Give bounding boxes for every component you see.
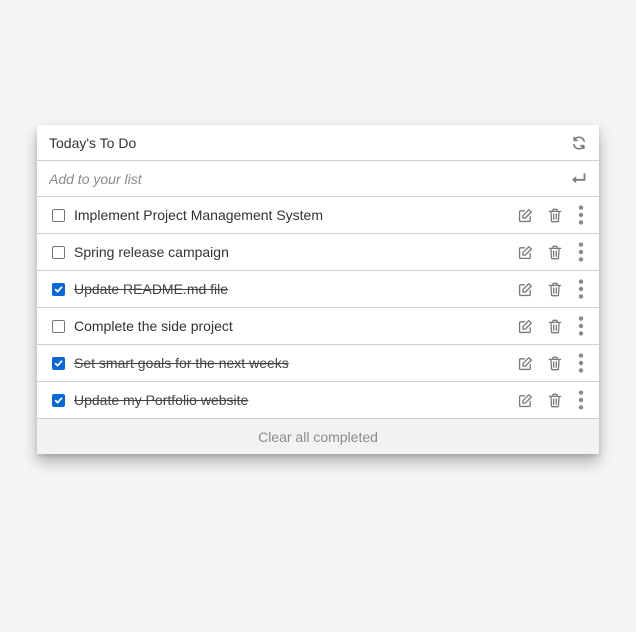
trash-icon[interactable] <box>540 234 569 270</box>
item-actions <box>511 234 599 270</box>
enter-return-icon[interactable] <box>571 172 587 186</box>
more-vertical-icon[interactable] <box>569 197 593 233</box>
item-checkbox[interactable] <box>52 393 65 407</box>
item-actions <box>511 382 599 418</box>
item-label: Spring release campaign <box>74 244 229 260</box>
item-checkbox[interactable] <box>52 208 65 222</box>
add-item-input[interactable] <box>49 170 571 187</box>
list-item: Complete the side project <box>37 308 599 345</box>
todo-footer: Clear all completed <box>37 419 599 454</box>
item-checkbox[interactable] <box>52 245 65 259</box>
trash-icon[interactable] <box>540 271 569 307</box>
trash-icon[interactable] <box>540 345 569 381</box>
refresh-icon[interactable] <box>571 135 587 151</box>
list-item: Implement Project Management System <box>37 197 599 234</box>
edit-icon[interactable] <box>511 308 540 344</box>
more-vertical-icon[interactable] <box>569 382 593 418</box>
item-label: Update my Portfolio website <box>74 392 249 408</box>
more-vertical-icon[interactable] <box>569 308 593 344</box>
todo-header: Today's To Do <box>37 125 599 161</box>
list-item: Set smart goals for the next weeks <box>37 345 599 382</box>
list-item: Spring release campaign <box>37 234 599 271</box>
item-label: Implement Project Management System <box>74 207 323 223</box>
page-title: Today's To Do <box>49 134 137 151</box>
item-label: Update README.md file <box>74 281 229 297</box>
todo-list: Implement Project Management System Spri… <box>37 197 599 419</box>
item-actions <box>511 197 599 233</box>
more-vertical-icon[interactable] <box>569 271 593 307</box>
edit-icon[interactable] <box>511 382 540 418</box>
edit-icon[interactable] <box>511 234 540 270</box>
item-label: Complete the side project <box>74 318 233 334</box>
more-vertical-icon[interactable] <box>569 234 593 270</box>
item-actions <box>511 308 599 344</box>
item-actions <box>511 271 599 307</box>
item-actions <box>511 345 599 381</box>
edit-icon[interactable] <box>511 271 540 307</box>
more-vertical-icon[interactable] <box>569 345 593 381</box>
trash-icon[interactable] <box>540 308 569 344</box>
list-item: Update my Portfolio website <box>37 382 599 419</box>
item-checkbox[interactable] <box>52 356 65 370</box>
clear-completed-button[interactable]: Clear all completed <box>258 429 378 445</box>
add-row <box>37 161 599 197</box>
item-checkbox[interactable] <box>52 319 65 333</box>
item-label: Set smart goals for the next weeks <box>74 355 289 371</box>
trash-icon[interactable] <box>540 382 569 418</box>
trash-icon[interactable] <box>540 197 569 233</box>
list-item: Update README.md file <box>37 271 599 308</box>
todo-card: Today's To Do Implement Project Manageme… <box>37 125 599 454</box>
item-checkbox[interactable] <box>52 282 65 296</box>
edit-icon[interactable] <box>511 197 540 233</box>
edit-icon[interactable] <box>511 345 540 381</box>
